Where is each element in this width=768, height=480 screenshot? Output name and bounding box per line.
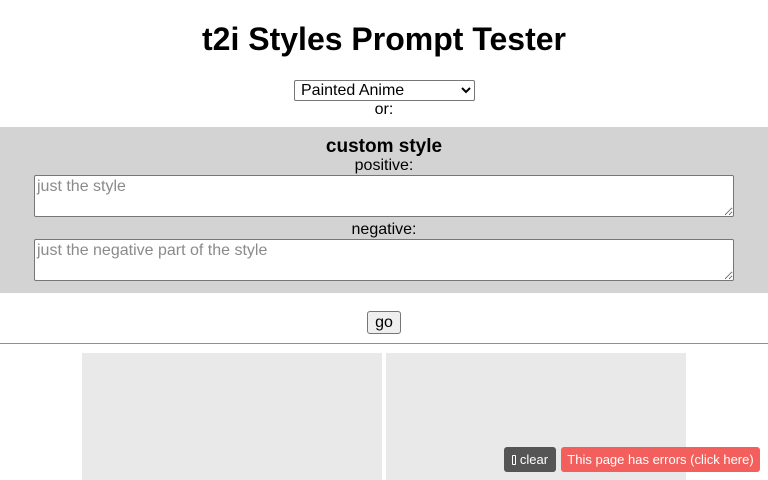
image-slot-1 [82,353,382,480]
trash-icon [511,455,516,465]
custom-style-heading: custom style [325,136,443,157]
positive-label: positive: [354,157,414,174]
divider [0,343,768,344]
positive-style-input[interactable] [34,175,734,217]
or-label: or: [374,101,394,118]
clear-label: clear [519,452,549,467]
custom-style-panel: custom style positive: negative: [0,127,768,293]
clear-button[interactable]: clear [504,447,556,472]
style-select[interactable]: Painted Anime [294,80,475,101]
page-title: t2i Styles Prompt Tester [202,21,566,57]
go-button[interactable]: go [367,311,401,334]
negative-style-input[interactable] [34,239,734,281]
page: t2i Styles Prompt Tester Painted Anime o… [0,0,768,480]
page-errors-button[interactable]: This page has errors (click here) [561,447,760,472]
negative-label: negative: [351,221,417,238]
